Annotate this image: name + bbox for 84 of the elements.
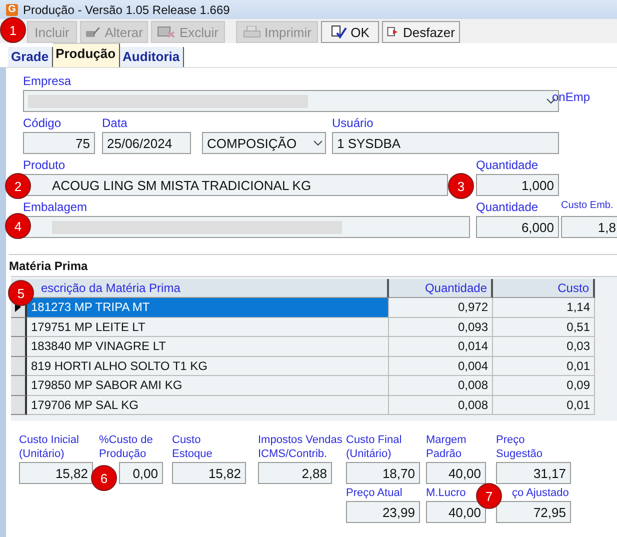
value-field: 40,00 — [426, 501, 486, 523]
field-label: M.Lucro — [426, 486, 467, 500]
step-marker: 2 — [5, 173, 31, 199]
step-marker: 7 — [476, 483, 502, 509]
user-field[interactable]: 1 SYSDBA — [332, 132, 559, 154]
field-label: Produto — [23, 158, 66, 172]
package-cost-field[interactable]: 1,8 — [561, 216, 617, 238]
field-label: Preço Sugestão — [496, 433, 542, 461]
value-field: 31,17 — [496, 462, 571, 484]
quantity-field[interactable]: 6,000 — [476, 216, 559, 238]
field-label: onEmp — [552, 90, 590, 104]
field-label: Margem Padrão — [426, 433, 466, 461]
value-field: 15,82 — [19, 462, 93, 484]
field-label: Custo Estoque — [172, 433, 212, 461]
row-indicator[interactable] — [11, 356, 27, 376]
table-cell: 819 HORTI ALHO SOLTO T1 KG — [27, 356, 389, 376]
value-field: 15,82 — [172, 462, 246, 484]
field-label: Custo Final (Unitário) — [346, 433, 402, 461]
table-cell: 0,972 — [389, 298, 493, 318]
packaging-field[interactable] — [23, 216, 470, 238]
value-field: 0,00 — [119, 462, 163, 484]
column-header[interactable]: escrição da Matéria Prima — [27, 279, 389, 298]
row-indicator[interactable] — [11, 396, 27, 415]
undo-document-icon — [387, 25, 399, 39]
tab[interactable]: Auditoria — [120, 47, 184, 67]
table-cell: 0,004 — [389, 356, 493, 376]
column-header[interactable]: Quantidade — [389, 279, 493, 298]
value-field: 23,99 — [346, 501, 420, 523]
field-label: Usuário — [332, 116, 374, 130]
field-label: Embalagem — [23, 200, 88, 214]
table-cell: 0,093 — [389, 318, 493, 337]
field-label: %Custo de Produção — [99, 433, 153, 461]
toolbar-button[interactable]: Desfazer — [382, 21, 460, 43]
value-field: 2,88 — [258, 462, 332, 484]
field-label: Quantidade — [476, 158, 540, 172]
check-document-icon — [330, 25, 347, 39]
pencil-icon — [85, 26, 101, 38]
window-title: Produção - Versão 1.05 Release 1.669 — [23, 2, 230, 16]
row-indicator[interactable] — [11, 376, 27, 396]
tab[interactable]: Grade — [8, 47, 53, 67]
field-label: Custo Inicial (Unitário) — [19, 433, 79, 461]
group-title: Matéria Prima — [9, 254, 617, 273]
step-marker: 3 — [448, 173, 474, 199]
table-cell: 181273 MP TRIPA MT — [27, 298, 389, 318]
table-cell: 0,01 — [493, 356, 595, 376]
table-cell: 0,09 — [493, 376, 595, 396]
toolbar-button[interactable]: OK — [321, 21, 379, 43]
table-cell: 1,14 — [493, 298, 595, 318]
field-label: Impostos Vendas ICMS/Contrib. — [258, 433, 342, 461]
field-label: Quantidade — [476, 200, 540, 214]
table-cell: 0,008 — [389, 396, 493, 415]
value-field: 40,00 — [426, 462, 486, 484]
field-label: Código — [23, 116, 62, 130]
column-header[interactable]: Custo — [493, 279, 595, 298]
printer-icon — [242, 26, 261, 38]
tab[interactable]: Produção — [52, 43, 120, 67]
table-cell: 0,01 — [493, 396, 595, 415]
field-label: Data — [102, 116, 128, 130]
product-field[interactable]: ACOUG LING SM MISTA TRADICIONAL KG — [23, 174, 448, 196]
table-cell: 0,014 — [389, 337, 493, 356]
table-cell: 179850 MP SABOR AMI KG — [27, 376, 389, 396]
field-label: ço Ajustado — [511, 486, 570, 500]
table-cell: 179751 MP LEITE LT — [27, 318, 389, 337]
dropdown-caret-icon — [313, 140, 323, 146]
table-cell: 0,03 — [493, 337, 595, 356]
app-icon: G — [6, 4, 18, 16]
field-label: Empresa — [23, 74, 72, 88]
step-marker: 6 — [91, 465, 117, 491]
date-field[interactable]: 25/06/2024 — [102, 132, 191, 154]
table-cell: 0,008 — [389, 376, 493, 396]
field-label: Custo Emb. — [561, 200, 614, 213]
step-marker: 4 — [5, 213, 31, 239]
table-delete-icon — [157, 26, 176, 38]
quantity-field[interactable]: 1,000 — [476, 174, 559, 196]
value-field: 18,70 — [346, 462, 420, 484]
table-cell: 0,51 — [493, 318, 595, 337]
row-indicator[interactable] — [11, 318, 27, 337]
type-dropdown[interactable]: COMPOSIÇÃO — [202, 132, 326, 154]
code-field[interactable]: 75 — [23, 132, 95, 154]
value-field: 72,95 — [496, 501, 571, 523]
field-label: Preço Atual — [346, 486, 404, 500]
table-cell: 183840 MP VINAGRE LT — [27, 337, 389, 356]
table-cell: 179706 MP SAL KG — [27, 396, 389, 415]
row-indicator[interactable] — [11, 337, 27, 356]
